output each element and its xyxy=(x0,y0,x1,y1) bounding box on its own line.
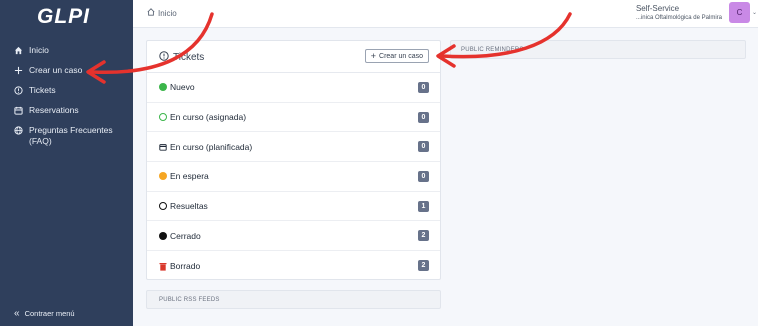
tickets-card-title: Tickets xyxy=(159,51,204,64)
sidebar-item-label: Reservations xyxy=(29,105,79,115)
black-ring-icon xyxy=(159,202,167,211)
home-icon xyxy=(147,8,155,18)
globe-icon xyxy=(13,125,23,136)
trash-icon xyxy=(159,262,167,271)
double-chevron-left-icon: « xyxy=(14,308,20,319)
sidebar-item-reservations[interactable]: Reservations xyxy=(0,101,133,121)
plus-icon: + xyxy=(370,51,377,61)
tickets-card: Tickets + Crear un caso Nuevo 0 En curso… xyxy=(146,40,441,280)
sidebar-item-crear-caso[interactable]: Crear un caso xyxy=(0,61,133,81)
ticket-status-row[interactable]: En curso (planificada) 0 xyxy=(147,132,440,163)
tickets-card-header: Tickets + Crear un caso xyxy=(147,41,440,73)
rss-feeds-title: PUBLIC RSS FEEDS xyxy=(159,297,220,303)
reminders-panel[interactable]: PUBLIC REMINDERS xyxy=(450,40,746,59)
ticket-status-row[interactable]: En espera 0 xyxy=(147,162,440,192)
orange-dot-icon xyxy=(159,172,167,181)
sidebar-nav: Inicio Crear un caso Tickets Reservation… xyxy=(0,41,133,152)
profile-role: Self-Service xyxy=(635,4,680,13)
sidebar-item-label: Tickets xyxy=(29,85,56,95)
ticket-status-label: Nuevo xyxy=(170,82,195,93)
sidebar-item-tickets[interactable]: Tickets xyxy=(0,81,133,101)
tickets-title-text: Tickets xyxy=(173,52,205,63)
alert-circle-icon xyxy=(159,51,169,64)
glpi-logo[interactable]: GLPI xyxy=(37,5,90,29)
create-ticket-label: Crear un caso xyxy=(379,52,423,60)
collapse-menu-label: Contraer menú xyxy=(24,309,75,318)
ticket-status-row[interactable]: Borrado 2 xyxy=(147,251,440,281)
calendar-icon xyxy=(13,105,23,116)
ticket-status-label: En espera xyxy=(170,171,209,182)
green-ring-icon xyxy=(159,113,167,122)
sidebar-item-label: Preguntas Frecuentes (FAQ) xyxy=(29,125,113,146)
avatar[interactable]: C xyxy=(729,2,750,23)
chevron-down-icon[interactable]: ⌄ xyxy=(752,9,757,16)
ticket-count-badge: 0 xyxy=(418,111,429,123)
ticket-status-label: Resueltas xyxy=(170,201,208,212)
reminders-title: PUBLIC REMINDERS xyxy=(461,47,524,53)
green-dot-icon xyxy=(159,83,167,92)
top-header: Inicio Self-Service ...inica Oftalmológi… xyxy=(133,0,758,28)
breadcrumb[interactable]: Inicio xyxy=(147,8,177,18)
ticket-count-badge: 1 xyxy=(418,200,429,212)
ticket-status-label: Borrado xyxy=(170,260,201,271)
sidebar-item-inicio[interactable]: Inicio xyxy=(0,41,133,61)
plus-icon xyxy=(13,65,23,76)
home-icon xyxy=(13,45,23,56)
rss-feeds-panel[interactable]: PUBLIC RSS FEEDS xyxy=(146,290,441,309)
sidebar-item-faq[interactable]: Preguntas Frecuentes (FAQ) xyxy=(0,121,133,152)
ticket-count-badge: 0 xyxy=(418,82,429,93)
ticket-status-label: En curso (asignada) xyxy=(170,112,247,123)
breadcrumb-label: Inicio xyxy=(158,8,177,18)
profile-entity: ...inica Oftalmológica de Palmira xyxy=(635,15,722,21)
sidebar-item-label: Inicio xyxy=(29,45,49,55)
ticket-count-badge: 2 xyxy=(418,260,429,272)
alert-circle-icon xyxy=(13,85,23,96)
ticket-status-label: Cerrado xyxy=(170,230,201,241)
calendar-icon xyxy=(159,143,167,151)
ticket-count-badge: 2 xyxy=(418,230,429,242)
sidebar: GLPI Inicio Crear un caso Tickets Reserv… xyxy=(0,0,133,326)
black-dot-icon xyxy=(159,231,167,240)
ticket-count-badge: 0 xyxy=(418,171,429,183)
ticket-count-badge: 0 xyxy=(418,141,429,153)
create-ticket-button[interactable]: + Crear un caso xyxy=(364,49,429,63)
profile-info[interactable]: Self-Service ...inica Oftalmológica de P… xyxy=(636,4,722,21)
sidebar-item-label: Crear un caso xyxy=(29,65,83,75)
ticket-status-row[interactable]: En curso (asignada) 0 xyxy=(147,103,440,133)
ticket-status-row[interactable]: Cerrado 2 xyxy=(147,221,440,252)
ticket-status-label: En curso (planificada) xyxy=(170,141,253,152)
collapse-menu-button[interactable]: « Contraer menú xyxy=(14,308,75,319)
ticket-status-row[interactable]: Nuevo 0 xyxy=(147,73,440,103)
ticket-status-row[interactable]: Resueltas 1 xyxy=(147,192,440,222)
